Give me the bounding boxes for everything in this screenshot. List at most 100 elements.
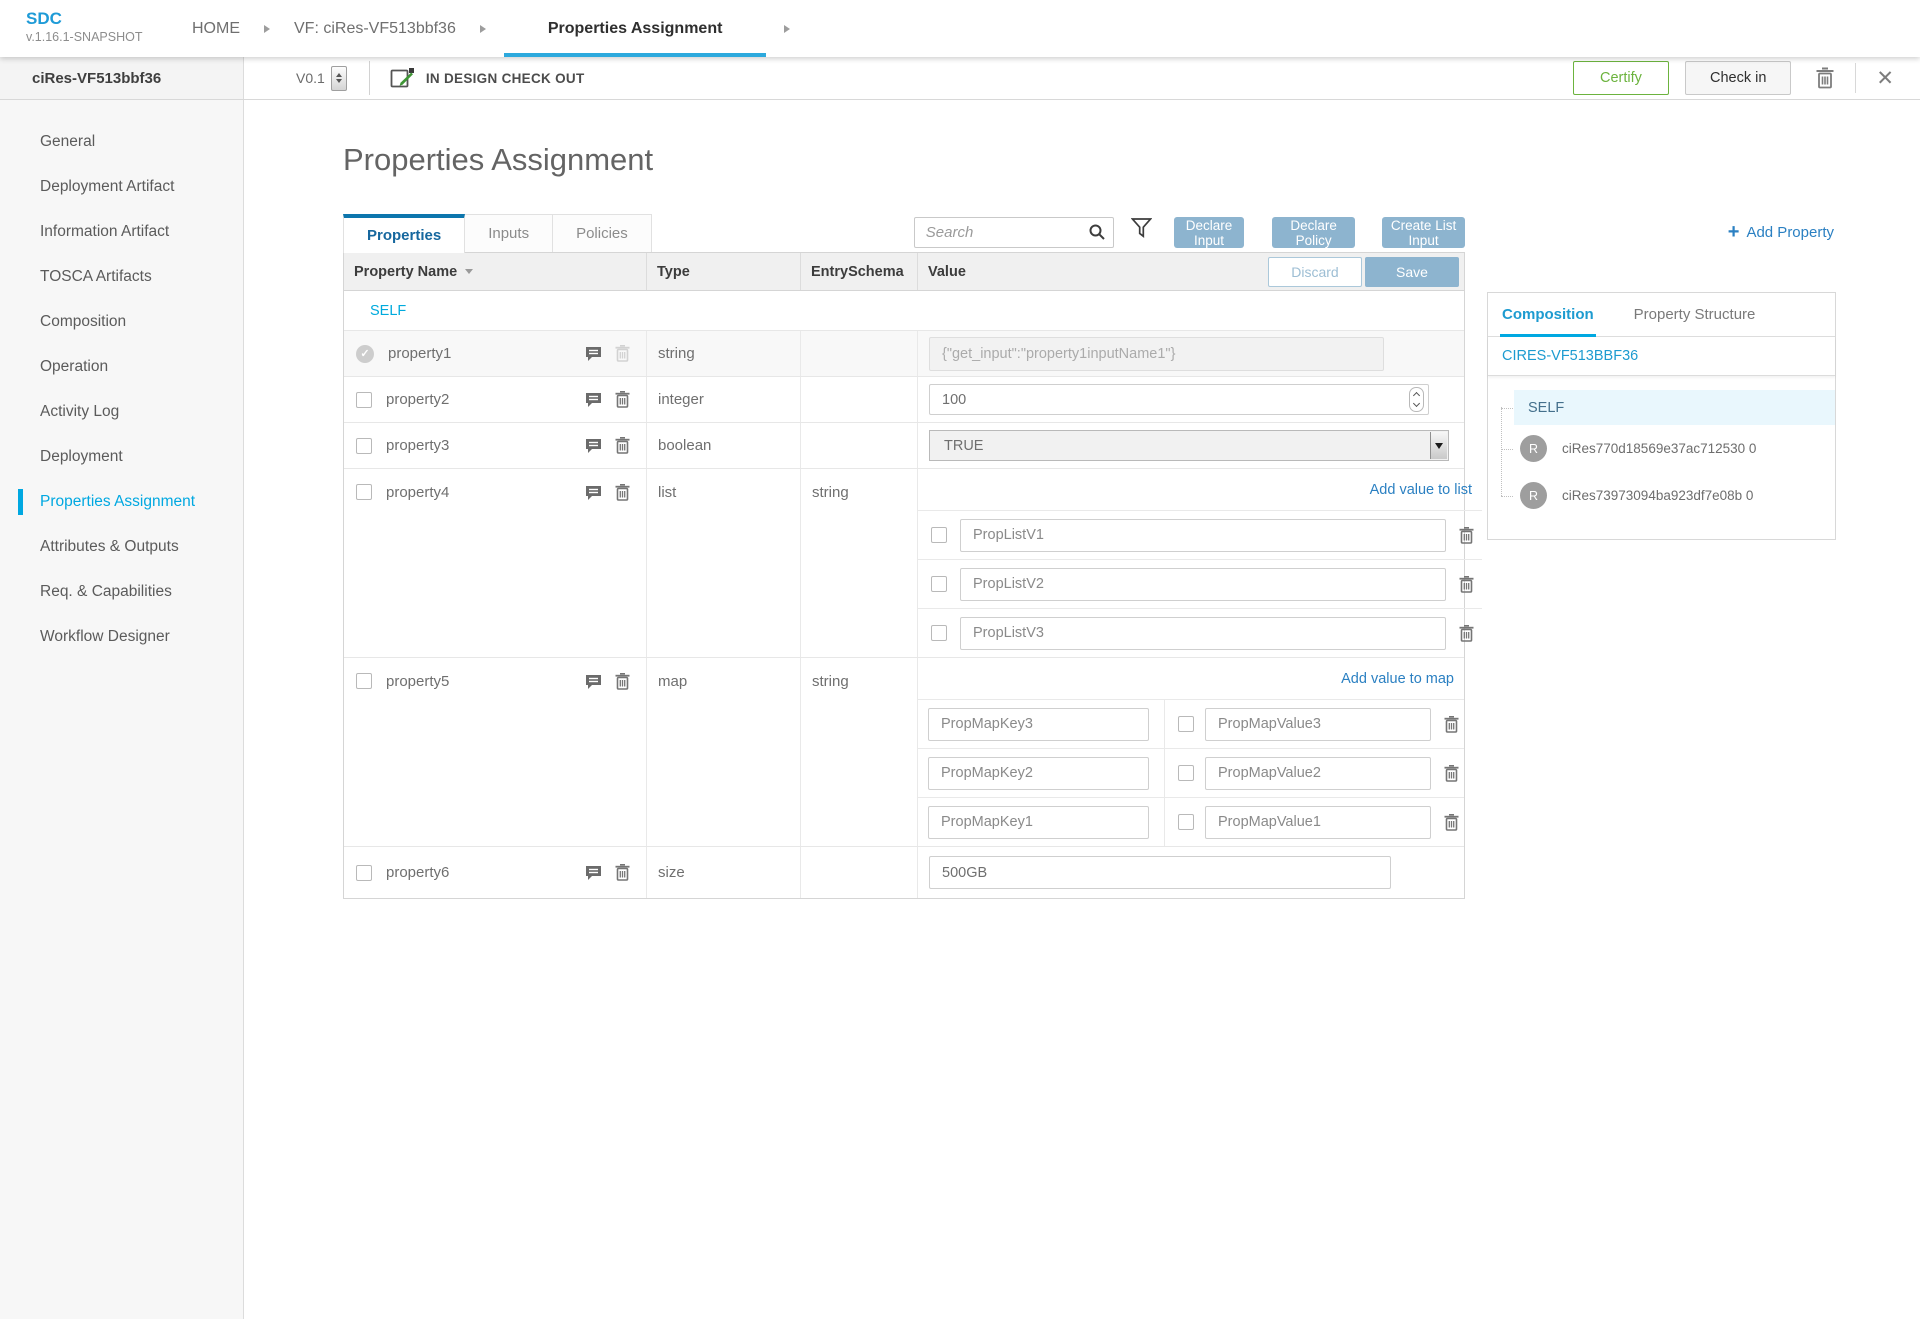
list-item-checkbox[interactable] [931, 527, 947, 543]
number-spinner[interactable] [1409, 387, 1424, 412]
tree-item-instance[interactable]: R ciRes73973094ba923df7e08b 0 [1501, 472, 1835, 519]
map-value-row [918, 699, 1464, 748]
delete-list-item-icon[interactable] [1459, 526, 1474, 544]
sidebar-item-deployment-artifact[interactable]: Deployment Artifact [0, 169, 243, 205]
breadcrumb-properties-assignment[interactable]: Properties Assignment [503, 0, 767, 57]
sdc-logo[interactable]: SDC v.1.16.1-SNAPSHOT [0, 0, 186, 57]
delete-property-icon[interactable] [615, 864, 630, 881]
delete-list-item-icon[interactable] [1459, 624, 1474, 642]
composition-root-link[interactable]: CIRES-VF513BBF36 [1488, 337, 1835, 376]
tree-item-instance[interactable]: R ciRes770d18569e37ac712530 0 [1501, 425, 1835, 472]
column-value: Value Discard Save [918, 253, 1464, 290]
delete-property-icon[interactable] [615, 484, 630, 501]
breadcrumb-home[interactable]: HOME [186, 0, 246, 57]
search-input[interactable] [913, 217, 1114, 248]
close-icon[interactable]: ✕ [1876, 68, 1894, 89]
add-value-to-map-link[interactable]: Add value to map [1341, 671, 1454, 687]
row-checkbox[interactable] [356, 391, 372, 408]
delete-map-item-icon[interactable] [1444, 764, 1459, 782]
delete-property-icon[interactable] [615, 345, 630, 362]
column-entry-schema: EntrySchema [801, 253, 918, 290]
row-checkbox[interactable] [356, 673, 372, 689]
comment-icon[interactable] [585, 392, 602, 408]
comment-icon[interactable] [585, 674, 602, 690]
certify-button[interactable]: Certify [1572, 61, 1669, 95]
sidebar-item-workflow-designer[interactable]: Workflow Designer [0, 619, 243, 655]
sidebar-item-general[interactable]: General [0, 124, 243, 160]
list-item-checkbox[interactable] [931, 625, 947, 641]
tab-policies[interactable]: Policies [552, 214, 652, 252]
sidebar-item-req-capabilities[interactable]: Req. & Capabilities [0, 574, 243, 610]
tab-properties[interactable]: Properties [343, 214, 466, 253]
filter-icon[interactable] [1130, 217, 1153, 244]
row-checkbox[interactable] [356, 484, 372, 500]
sidebar-item-properties-assignment[interactable]: Properties Assignment [0, 484, 243, 520]
sidebar-item-information-artifact[interactable]: Information Artifact [0, 214, 243, 250]
create-list-input-button[interactable]: Create List Input [1382, 217, 1466, 248]
property-entry-schema [801, 377, 918, 422]
comment-icon[interactable] [585, 865, 602, 881]
sidebar-item-tosca-artifacts[interactable]: TOSCA Artifacts [0, 259, 243, 295]
comment-icon[interactable] [585, 346, 602, 362]
sidebar-item-attributes-outputs[interactable]: Attributes & Outputs [0, 529, 243, 565]
properties-tabs: Properties Inputs Policies [343, 214, 652, 253]
declare-policy-button[interactable]: Declare Policy [1272, 217, 1356, 248]
comment-icon[interactable] [585, 485, 602, 501]
sidebar-item-deployment[interactable]: Deployment [0, 439, 243, 475]
comment-icon[interactable] [585, 438, 602, 454]
breadcrumb-separator-icon [784, 24, 791, 33]
map-value-row [918, 748, 1464, 797]
delete-map-item-icon[interactable] [1444, 813, 1459, 831]
entity-name: ciRes-VF513bbf36 [0, 57, 244, 99]
value-input[interactable] [929, 856, 1391, 889]
property-name: property1 [388, 345, 452, 362]
column-type: Type [647, 253, 801, 290]
self-group-link[interactable]: SELF [344, 291, 1464, 330]
row-checkbox[interactable] [356, 437, 372, 454]
sidebar-item-activity-log[interactable]: Activity Log [0, 394, 243, 430]
tree-item-self[interactable]: SELF [1501, 390, 1835, 425]
map-item-checkbox[interactable] [1178, 716, 1194, 732]
list-value-input[interactable] [960, 567, 1446, 601]
tab-composition[interactable]: Composition [1500, 293, 1596, 337]
left-sidebar: General Deployment Artifact Information … [0, 100, 244, 1319]
tab-inputs[interactable]: Inputs [464, 214, 554, 252]
boolean-select[interactable]: TRUE [929, 430, 1449, 461]
value-number-input[interactable] [929, 384, 1429, 415]
delete-version-icon[interactable] [1815, 67, 1835, 89]
map-key-input[interactable] [928, 805, 1149, 839]
list-item-checkbox[interactable] [931, 576, 947, 592]
property-type: size [647, 847, 801, 898]
save-button[interactable]: Save [1365, 256, 1459, 287]
delete-property-icon[interactable] [615, 391, 630, 408]
discard-button[interactable]: Discard [1268, 256, 1362, 287]
checkin-button[interactable]: Check in [1684, 61, 1792, 95]
table-row: property5 map string Add value to map Pr… [344, 657, 1464, 846]
list-value-input[interactable] [960, 518, 1446, 552]
declared-check-icon: ✓ [356, 344, 374, 363]
map-key-input[interactable] [928, 756, 1149, 790]
tab-property-structure[interactable]: Property Structure [1634, 293, 1756, 336]
declare-input-button[interactable]: Declare Input [1173, 217, 1245, 248]
table-row: property4 list string Add value to list … [344, 468, 1482, 657]
add-value-to-list-link[interactable]: Add value to list [1370, 482, 1472, 498]
map-value-input[interactable] [1205, 707, 1431, 741]
add-property-button[interactable]: + Add Property [1728, 222, 1836, 242]
sidebar-item-composition[interactable]: Composition [0, 304, 243, 340]
version-select[interactable] [330, 65, 347, 91]
sidebar-item-operation[interactable]: Operation [0, 349, 243, 385]
map-item-checkbox[interactable] [1178, 814, 1194, 830]
list-value-input[interactable] [960, 616, 1446, 650]
divider [1855, 63, 1857, 93]
map-value-input[interactable] [1205, 756, 1431, 790]
map-value-input[interactable] [1205, 805, 1431, 839]
breadcrumb-vf[interactable]: VF: ciRes-VF513bbf36 [288, 0, 462, 57]
delete-list-item-icon[interactable] [1459, 575, 1474, 593]
map-key-input[interactable] [928, 707, 1149, 741]
delete-property-icon[interactable] [615, 437, 630, 454]
map-item-checkbox[interactable] [1178, 765, 1194, 781]
sort-icon[interactable] [465, 269, 474, 274]
delete-property-icon[interactable] [615, 673, 630, 690]
row-checkbox[interactable] [356, 864, 372, 881]
delete-map-item-icon[interactable] [1444, 715, 1459, 733]
